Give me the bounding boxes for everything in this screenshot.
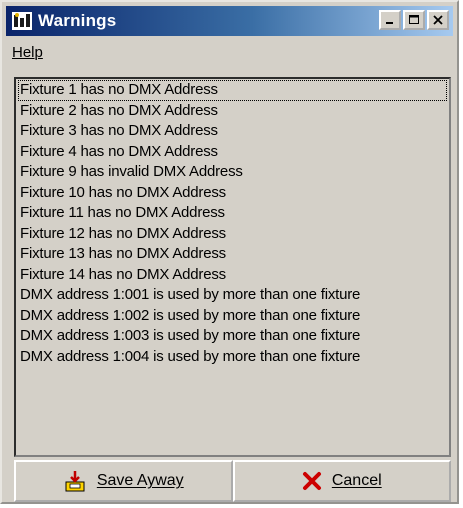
list-item[interactable]: Fixture 13 has no DMX Address	[18, 244, 447, 265]
save-anyway-label: Save Ayway	[96, 472, 184, 489]
close-button[interactable]	[427, 10, 449, 30]
window-title: Warnings	[38, 11, 117, 30]
maximize-button[interactable]	[403, 10, 425, 30]
list-item[interactable]: Fixture 1 has no DMX Address	[18, 80, 447, 101]
menu-help[interactable]: Help	[6, 44, 49, 61]
menu-bar: Help	[6, 40, 453, 64]
close-icon	[433, 15, 443, 25]
title-bar[interactable]: Warnings	[6, 6, 453, 36]
maximize-icon	[408, 15, 419, 24]
button-bar: Save Ayway Cancel	[14, 460, 451, 502]
minimize-button[interactable]	[379, 10, 401, 30]
cancel-label: Cancel	[331, 472, 382, 489]
save-anyway-button[interactable]: Save Ayway	[14, 460, 233, 502]
list-item[interactable]: DMX address 1:002 is used by more than o…	[18, 306, 447, 327]
list-item[interactable]: Fixture 14 has no DMX Address	[18, 265, 447, 286]
red-x-icon	[302, 471, 322, 491]
list-item[interactable]: Fixture 9 has invalid DMX Address	[18, 162, 447, 183]
warnings-window: Warnings Help Fixture 1 has no DMX Addre…	[0, 0, 459, 504]
list-item[interactable]: Fixture 11 has no DMX Address	[18, 203, 447, 224]
cancel-button[interactable]: Cancel	[232, 460, 451, 502]
window-controls	[377, 10, 449, 30]
list-item[interactable]: DMX address 1:001 is used by more than o…	[18, 285, 447, 306]
app-icon[interactable]	[12, 11, 32, 31]
list-item[interactable]: Fixture 2 has no DMX Address	[18, 101, 447, 122]
list-item[interactable]: Fixture 3 has no DMX Address	[18, 121, 447, 142]
list-item[interactable]: DMX address 1:004 is used by more than o…	[18, 347, 447, 368]
list-item[interactable]: DMX address 1:003 is used by more than o…	[18, 326, 447, 347]
list-item[interactable]: Fixture 10 has no DMX Address	[18, 183, 447, 204]
list-item[interactable]: Fixture 4 has no DMX Address	[18, 142, 447, 163]
list-item[interactable]: Fixture 12 has no DMX Address	[18, 224, 447, 245]
warnings-list[interactable]: Fixture 1 has no DMX Address Fixture 2 h…	[14, 77, 451, 457]
save-warning-icon	[63, 469, 87, 493]
minimize-icon	[386, 22, 393, 24]
